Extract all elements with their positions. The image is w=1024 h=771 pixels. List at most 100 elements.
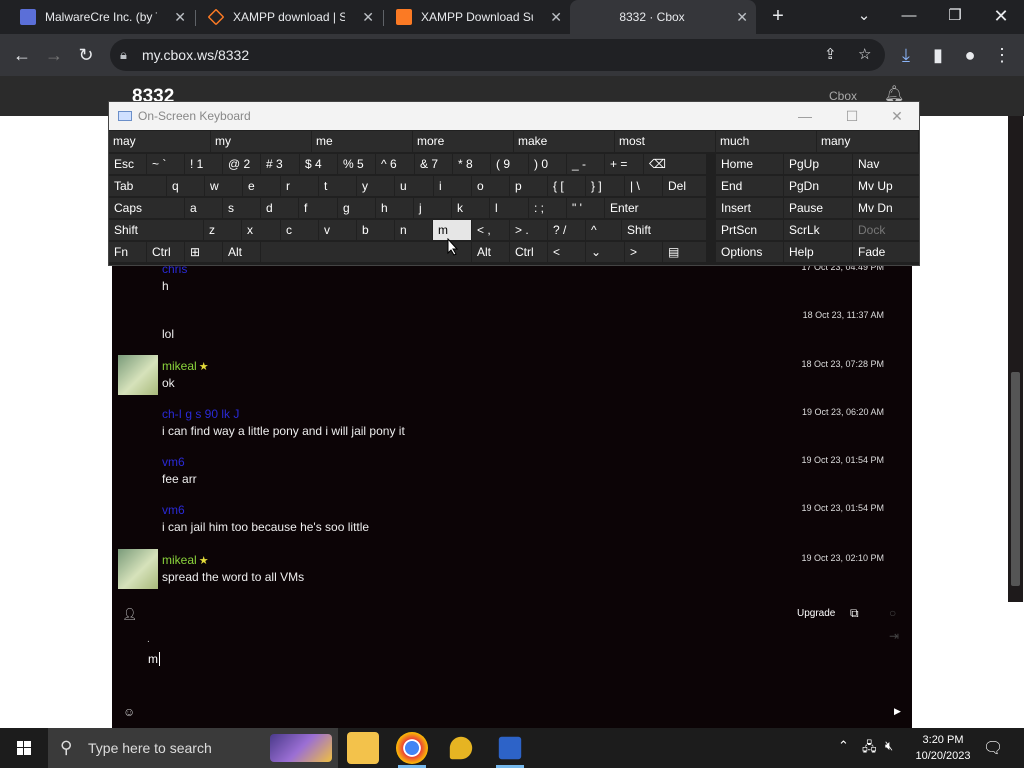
key-esc[interactable]: Esc xyxy=(109,154,146,174)
start-button[interactable] xyxy=(0,728,48,768)
send-icon[interactable]: ⇥ xyxy=(889,629,899,643)
prediction-8[interactable]: many xyxy=(817,131,919,152)
key-e[interactable]: e xyxy=(243,176,280,196)
search-highlight-icon[interactable] xyxy=(270,734,332,762)
menu-kebab-icon[interactable]: ⋮ xyxy=(990,43,1014,67)
prediction-7[interactable]: much xyxy=(716,131,817,152)
tab-xampp-download[interactable]: XAMPP download | Sou ✕ xyxy=(196,0,382,34)
key-alt[interactable]: Alt xyxy=(472,242,509,262)
prediction-3[interactable]: me xyxy=(312,131,413,152)
popout-icon[interactable]: ⧉ xyxy=(850,606,859,621)
close-window-button[interactable]: ✕ xyxy=(988,3,1014,29)
key-symbol[interactable]: > xyxy=(625,242,662,262)
profile-icon[interactable]: ● xyxy=(958,43,982,67)
key-symbol[interactable]: : ; xyxy=(529,198,566,218)
chat-bubble-app-icon[interactable] xyxy=(449,736,473,760)
key-fn[interactable]: Fn xyxy=(109,242,146,262)
on-screen-keyboard-app-icon[interactable] xyxy=(498,736,522,760)
key-l[interactable]: l xyxy=(490,198,528,218)
key-home[interactable]: Home xyxy=(716,154,783,174)
key-j[interactable]: j xyxy=(414,198,451,218)
key-mv-up[interactable]: Mv Up xyxy=(853,176,919,196)
message-user[interactable]: mikeal ★ xyxy=(162,359,209,373)
key-pause[interactable]: Pause xyxy=(784,198,852,218)
new-tab-button[interactable]: + xyxy=(767,5,789,27)
key-pgup[interactable]: PgUp xyxy=(784,154,852,174)
name-field[interactable]: . xyxy=(147,634,150,645)
key-alt[interactable]: Alt xyxy=(223,242,260,262)
key-symbol[interactable]: > . xyxy=(510,220,547,240)
key-p[interactable]: p xyxy=(510,176,547,196)
osk-minimize-button[interactable]: — xyxy=(795,106,815,126)
key-mv-dn[interactable]: Mv Dn xyxy=(853,198,919,218)
message-user[interactable]: ch-I g s 90 lk J xyxy=(162,407,239,421)
key-pgdn[interactable]: PgDn xyxy=(784,176,852,196)
osk-titlebar[interactable]: On-Screen Keyboard — ☐ ✕ xyxy=(109,102,919,130)
prediction-5[interactable]: make xyxy=(514,131,615,152)
download-icon[interactable]: ⤓ xyxy=(894,43,918,67)
key-8[interactable]: * 8 xyxy=(453,154,490,174)
notification-icon[interactable]: 🗨︎ xyxy=(983,738,1003,758)
key-q[interactable]: q xyxy=(167,176,204,196)
close-tab-icon[interactable]: ✕ xyxy=(550,9,562,26)
key-symbol[interactable]: < xyxy=(548,242,585,262)
key-7[interactable]: & 7 xyxy=(415,154,452,174)
tab-xampp-success[interactable]: XAMPP Download Succ ✕ xyxy=(384,0,570,34)
avatar[interactable] xyxy=(118,355,158,395)
key-h[interactable]: h xyxy=(376,198,413,218)
key-w[interactable]: w xyxy=(205,176,242,196)
osk-close-button[interactable]: ✕ xyxy=(887,106,907,126)
key-symbol[interactable]: } ] xyxy=(586,176,624,196)
key-symbol[interactable]: ⌫ xyxy=(644,154,706,174)
key-symbol[interactable]: ▤ xyxy=(663,242,706,262)
side-panel-icon[interactable]: ▮ xyxy=(926,43,950,67)
settings-circle-icon[interactable]: ○ xyxy=(889,606,896,620)
key-symbol[interactable]: | \ xyxy=(625,176,662,196)
key-caps[interactable]: Caps xyxy=(109,198,184,218)
key-shift[interactable]: Shift xyxy=(109,220,203,240)
minimize-button[interactable]: — xyxy=(896,3,922,29)
key-symbol[interactable]: ~ ` xyxy=(147,154,184,174)
key-tab[interactable]: Tab xyxy=(109,176,166,196)
key-symbol[interactable]: ⊞ xyxy=(185,242,222,262)
network-icon[interactable]: 🖧︎ xyxy=(862,738,877,760)
close-tab-icon[interactable]: ✕ xyxy=(736,9,748,26)
key-space[interactable] xyxy=(261,242,471,262)
key-prtscn[interactable]: PrtScn xyxy=(716,220,783,240)
key-n[interactable]: n xyxy=(395,220,432,240)
key-d[interactable]: d xyxy=(261,198,298,218)
key-1[interactable]: ! 1 xyxy=(185,154,222,174)
bookmark-star-icon[interactable]: ☆ xyxy=(858,39,871,71)
key-c[interactable]: c xyxy=(281,220,318,240)
message-user[interactable]: mikeal ★ xyxy=(162,553,209,567)
message-input[interactable]: m xyxy=(148,652,160,666)
key-dock[interactable]: Dock xyxy=(853,220,919,240)
key-shift[interactable]: Shift xyxy=(622,220,706,240)
back-arrow-icon[interactable]: ← xyxy=(10,43,34,67)
expand-arrow-icon[interactable]: ▶ xyxy=(894,706,901,717)
key-s[interactable]: s xyxy=(223,198,260,218)
key-a[interactable]: a xyxy=(185,198,222,218)
key-f[interactable]: f xyxy=(299,198,337,218)
key-symbol[interactable]: " ' xyxy=(567,198,604,218)
avatar[interactable] xyxy=(118,549,158,589)
upgrade-link[interactable]: Upgrade xyxy=(797,608,835,619)
tray-chevron-icon[interactable]: ⌃ xyxy=(838,738,849,754)
key-y[interactable]: y xyxy=(357,176,394,196)
key-r[interactable]: r xyxy=(281,176,318,196)
system-clock[interactable]: 3:20 PM 10/20/2023 xyxy=(912,732,974,764)
key-symbol[interactable]: ⌄ xyxy=(586,242,624,262)
key-symbol[interactable]: _ - xyxy=(567,154,604,174)
key-v[interactable]: v xyxy=(319,220,356,240)
key-ctrl[interactable]: Ctrl xyxy=(147,242,184,262)
key-4[interactable]: $ 4 xyxy=(300,154,337,174)
key-2[interactable]: @ 2 xyxy=(223,154,260,174)
key-k[interactable]: k xyxy=(452,198,489,218)
tab-malwarecre[interactable]: MalwareCre Inc. (by Te ✕ xyxy=(8,0,194,34)
key-m[interactable]: m xyxy=(433,220,471,240)
tab-cbox-active[interactable]: 8332 · Cbox ✕ xyxy=(570,0,756,34)
key-b[interactable]: b xyxy=(357,220,394,240)
key-6[interactable]: ^ 6 xyxy=(376,154,414,174)
prediction-6[interactable]: most xyxy=(615,131,716,152)
osk-maximize-button[interactable]: ☐ xyxy=(842,106,862,126)
